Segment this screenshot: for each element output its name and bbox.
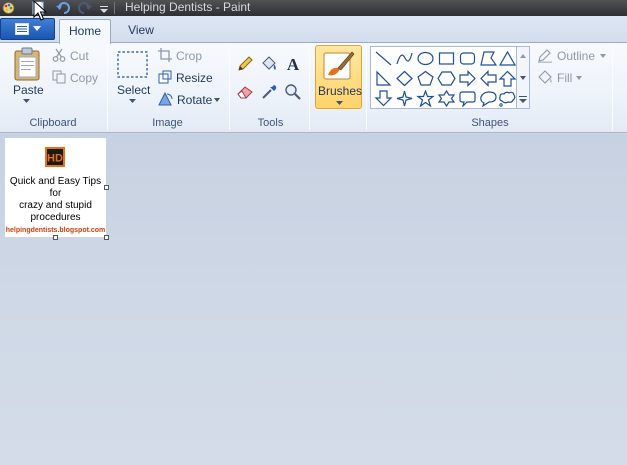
shapes-group-label: Shapes [471, 117, 509, 129]
title-separator [114, 2, 115, 14]
rounded-callout-shape-icon[interactable] [458, 90, 477, 107]
scissors-icon[interactable] [52, 48, 66, 62]
group-separator [229, 46, 230, 130]
down-arrow-shape-icon[interactable] [374, 90, 393, 107]
chevron-down-icon[interactable] [129, 99, 136, 103]
chevron-down-icon[interactable] [23, 99, 30, 103]
chevron-down-icon[interactable] [576, 76, 582, 80]
shapes-scrollbar[interactable] [517, 46, 530, 109]
rotate-button[interactable]: Rotate [177, 93, 212, 107]
group-separator [107, 46, 108, 130]
pencil-icon[interactable] [236, 55, 254, 73]
drawing-canvas[interactable]: HD Quick and Easy Tips for crazy and stu… [5, 138, 106, 237]
oval-shape-icon[interactable] [416, 50, 435, 67]
rounded-rectangle-shape-icon[interactable] [458, 50, 477, 67]
curve-shape-icon[interactable] [395, 50, 414, 67]
window-title: Helping Dentists - Paint [125, 0, 251, 14]
copy-button[interactable]: Copy [70, 71, 98, 85]
diamond-shape-icon[interactable] [395, 70, 414, 87]
brushes-label: Brushes [318, 84, 363, 98]
rectangle-shape-icon[interactable] [437, 50, 456, 67]
hexagon-shape-icon[interactable] [437, 70, 456, 87]
resize-handle-right[interactable] [104, 185, 109, 190]
pentagon-shape-icon[interactable] [416, 70, 435, 87]
crop-button[interactable]: Crop [176, 49, 202, 63]
paste-icon[interactable] [12, 47, 42, 81]
five-point-star-shape-icon[interactable] [416, 90, 435, 107]
crop-icon[interactable] [158, 48, 172, 62]
tips-text: Quick and Easy Tips for crazy and stupid… [5, 176, 106, 224]
color-picker-icon[interactable] [260, 83, 278, 101]
text-icon[interactable]: A [284, 55, 302, 73]
blog-url-text: helpingdentists.blogspot.com [5, 227, 106, 234]
paste-label[interactable]: Paste [13, 83, 44, 97]
brush-icon [323, 51, 355, 80]
tab-view[interactable]: View [116, 19, 166, 44]
shapes-gallery [370, 46, 517, 109]
tab-home[interactable]: Home [59, 19, 111, 44]
resize-handle-corner[interactable] [104, 235, 109, 240]
four-point-star-shape-icon[interactable] [395, 90, 414, 107]
ribbon-home: Paste Cut Copy Clipboard Select Crop Res… [0, 43, 627, 133]
chevron-down-icon [336, 101, 343, 105]
magnifier-icon[interactable] [284, 83, 302, 101]
fill-icon[interactable] [537, 70, 553, 84]
group-separator [309, 46, 310, 130]
left-arrow-shape-icon[interactable] [479, 70, 498, 87]
svg-text:HD: HD [47, 153, 63, 165]
tools-group-label: Tools [257, 117, 284, 129]
tips-line: crazy and stupid [19, 200, 92, 211]
resize-icon[interactable] [158, 70, 172, 84]
right-arrow-shape-icon[interactable] [458, 70, 477, 87]
clipboard-group-label: Clipboard [29, 117, 77, 129]
redo-icon[interactable] [78, 1, 92, 15]
chevron-up-icon[interactable] [520, 54, 526, 58]
expand-gallery-icon[interactable] [519, 96, 527, 104]
select-icon[interactable] [117, 51, 148, 78]
oval-callout-shape-icon[interactable] [479, 90, 498, 107]
chevron-down-icon [33, 26, 41, 31]
resize-button[interactable]: Resize [176, 71, 213, 85]
tips-line: for [49, 188, 62, 199]
copy-icon[interactable] [52, 70, 66, 84]
brushes-button[interactable]: Brushes [315, 45, 362, 109]
document-icon [15, 23, 29, 35]
resize-handle-bottom[interactable] [53, 235, 58, 240]
tips-line: Quick and Easy Tips [9, 176, 102, 187]
paint-icon[interactable] [2, 1, 15, 15]
group-separator [366, 46, 367, 130]
customize-dropdown-icon[interactable] [99, 1, 109, 15]
chevron-down-icon[interactable] [214, 98, 220, 102]
outline-icon[interactable] [537, 49, 553, 63]
cut-button[interactable]: Cut [70, 49, 89, 63]
title-bar: Helping Dentists - Paint [0, 0, 627, 16]
eraser-icon[interactable] [236, 83, 254, 101]
tips-line: procedures [30, 212, 81, 223]
mouse-cursor-icon [33, 0, 47, 21]
group-separator [612, 46, 613, 130]
polygon-shape-icon[interactable] [479, 50, 498, 67]
svg-text:A: A [287, 55, 300, 73]
outline-button[interactable]: Outline [557, 49, 595, 63]
cloud-callout-shape-icon[interactable] [498, 90, 517, 107]
rotate-icon[interactable] [158, 92, 173, 106]
triangle-shape-icon[interactable] [498, 50, 517, 67]
fill-bucket-icon[interactable] [260, 55, 278, 73]
canvas-area[interactable]: HD Quick and Easy Tips for crazy and stu… [0, 134, 627, 465]
six-point-star-shape-icon[interactable] [437, 90, 456, 107]
fill-button[interactable]: Fill [557, 71, 572, 85]
line-shape-icon[interactable] [374, 50, 393, 67]
helping-dentists-logo-icon: HD [45, 147, 65, 167]
chevron-down-icon[interactable] [600, 54, 606, 58]
select-label[interactable]: Select [117, 83, 150, 97]
chevron-down-icon[interactable] [520, 76, 526, 80]
image-group-label: Image [152, 117, 183, 129]
right-triangle-shape-icon[interactable] [374, 70, 393, 87]
up-arrow-shape-icon[interactable] [498, 70, 517, 87]
undo-icon[interactable] [56, 1, 70, 15]
ribbon-tab-row: Home View [0, 16, 627, 44]
